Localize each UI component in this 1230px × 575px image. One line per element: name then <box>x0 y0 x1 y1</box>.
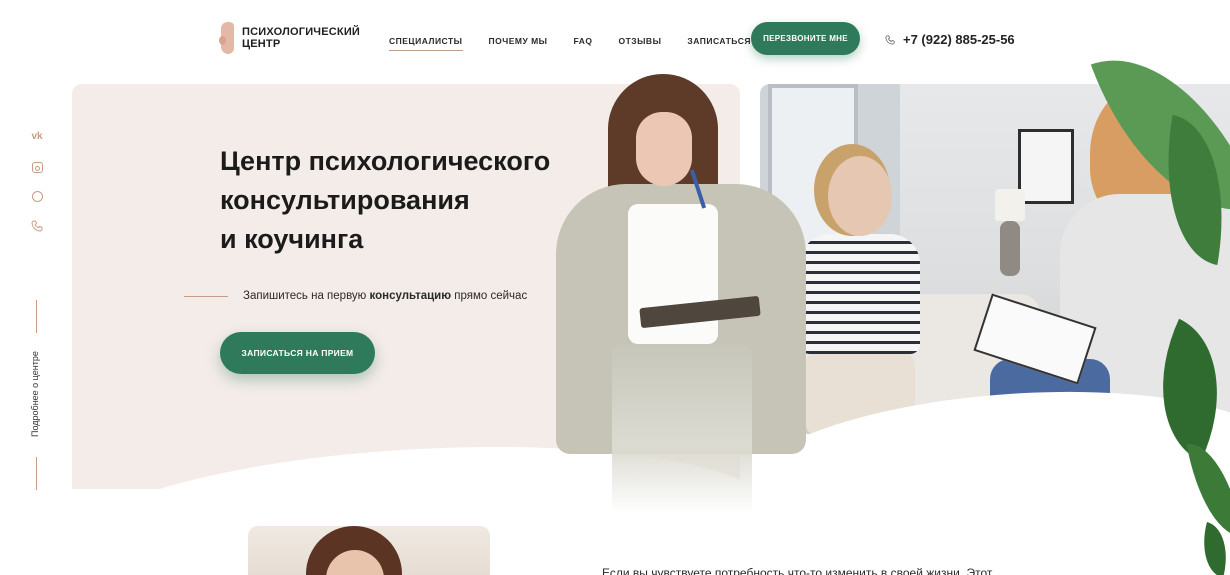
viber-icon[interactable] <box>31 220 43 234</box>
logo[interactable]: ПСИХОЛОГИЧЕСКИЙ ЦЕНТР <box>219 22 360 54</box>
nav-item-signup[interactable]: ЗАПИСАТЬСЯ <box>687 36 751 51</box>
about-center-link[interactable]: Подробнее о центре <box>30 351 40 437</box>
social-links: vk <box>30 130 44 234</box>
whatsapp-icon[interactable] <box>31 191 43 202</box>
hero-subtitle-end: прямо сейчас <box>451 290 528 302</box>
main-nav: СПЕЦИАЛИСТЫ ПОЧЕМУ МЫ FAQ ОТЗЫВЫ ЗАПИСАТ… <box>389 36 751 51</box>
nav-item-specialists[interactable]: СПЕЦИАЛИСТЫ <box>389 36 463 51</box>
hero-subtitle-start: Запишитесь на первую <box>243 290 370 302</box>
about-divider-bottom <box>36 457 37 490</box>
nav-item-reviews[interactable]: ОТЗЫВЫ <box>618 36 661 51</box>
book-appointment-button[interactable]: ЗАПИСАТЬСЯ НА ПРИЕМ <box>220 332 375 374</box>
nav-item-faq[interactable]: FAQ <box>574 36 593 51</box>
about-intro-text: Если вы чувствуете потребность что-то из… <box>602 566 993 575</box>
vk-icon[interactable]: vk <box>31 130 43 144</box>
phone-number: +7 (922) 885-25-56 <box>903 32 1015 47</box>
hero-subtitle: Запишитесь на первую консультацию прямо … <box>243 290 527 302</box>
logo-line-1: ПСИХОЛОГИЧЕСКИЙ <box>242 26 361 38</box>
specialist-photo <box>248 526 490 575</box>
hero-title: Центр психологического консультирования … <box>220 142 600 259</box>
logo-head-icon <box>219 22 236 54</box>
hero-title-line-2: консультирования <box>220 185 470 215</box>
hero-title-line-1: Центр психологического <box>220 146 551 176</box>
phone-link[interactable]: +7 (922) 885-25-56 <box>885 32 1015 47</box>
psychologist-photo <box>548 74 810 514</box>
about-divider-top <box>36 300 37 333</box>
subtitle-divider <box>184 296 228 297</box>
nav-item-why-us[interactable]: ПОЧЕМУ МЫ <box>489 36 548 51</box>
callback-button[interactable]: ПЕРЕЗВОНИТЕ МНЕ <box>751 22 860 55</box>
hero-subtitle-bold: консультацию <box>369 290 452 302</box>
logo-line-2: ЦЕНТР <box>242 38 281 50</box>
section-ghost-letters <box>214 530 228 575</box>
logo-text: ПСИХОЛОГИЧЕСКИЙ ЦЕНТР <box>242 26 360 50</box>
phone-icon <box>885 34 895 45</box>
hero-title-line-3: и коучинга <box>220 224 364 254</box>
instagram-icon[interactable] <box>31 162 43 173</box>
